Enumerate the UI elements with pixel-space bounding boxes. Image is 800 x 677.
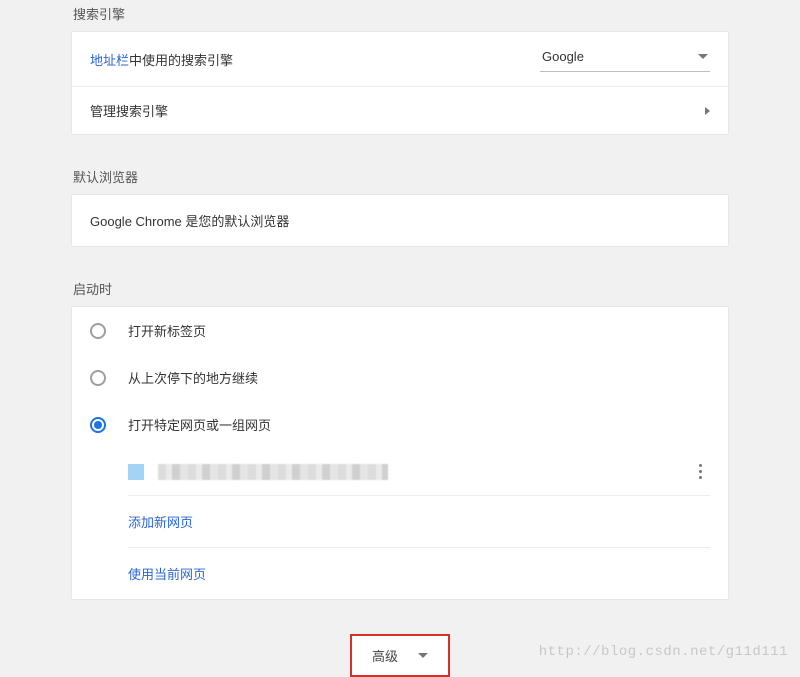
use-current-pages-link[interactable]: 使用当前网页 <box>128 548 710 599</box>
section-title-search-engine: 搜索引擎 <box>71 0 729 31</box>
add-new-page-link[interactable]: 添加新网页 <box>128 496 710 548</box>
manage-search-engines-label: 管理搜索引擎 <box>90 101 168 120</box>
more-vert-icon[interactable] <box>690 458 710 485</box>
advanced-section: 高级 <box>71 634 729 677</box>
caret-right-icon <box>705 107 710 115</box>
default-browser-message: Google Chrome 是您的默认浏览器 <box>90 214 289 229</box>
radio-icon[interactable] <box>90 370 106 386</box>
startup-option-label: 打开新标签页 <box>128 321 206 340</box>
redacted-url <box>158 464 388 480</box>
startup-option-specific[interactable]: 打开特定网页或一组网页 <box>72 401 728 448</box>
radio-inner-icon <box>94 421 102 429</box>
startup-pages-list: 添加新网页 使用当前网页 <box>72 448 728 599</box>
address-bar-suffix: 中使用的搜索引擎 <box>129 50 233 69</box>
startup-option-continue[interactable]: 从上次停下的地方继续 <box>72 354 728 401</box>
address-bar-link[interactable]: 地址栏 <box>90 50 129 69</box>
search-engine-card: 地址栏中使用的搜索引擎 Google 管理搜索引擎 <box>71 31 729 135</box>
section-title-default-browser: 默认浏览器 <box>71 157 729 194</box>
startup-option-new-tab[interactable]: 打开新标签页 <box>72 307 728 354</box>
startup-option-label: 从上次停下的地方继续 <box>128 368 258 387</box>
startup-page-entry <box>128 448 710 496</box>
advanced-label: 高级 <box>372 646 398 665</box>
caret-down-icon <box>698 54 708 59</box>
address-bar-search-engine-row: 地址栏中使用的搜索引擎 Google <box>72 32 728 87</box>
section-title-on-startup: 启动时 <box>71 269 729 306</box>
startup-option-label: 打开特定网页或一组网页 <box>128 415 271 434</box>
manage-search-engines-row[interactable]: 管理搜索引擎 <box>72 87 728 134</box>
favicon-icon <box>128 464 144 480</box>
radio-icon[interactable] <box>90 323 106 339</box>
default-browser-card: Google Chrome 是您的默认浏览器 <box>71 194 729 247</box>
search-engine-selected: Google <box>542 49 584 64</box>
advanced-button[interactable]: 高级 <box>350 634 450 677</box>
on-startup-card: 打开新标签页 从上次停下的地方继续 打开特定网页或一组网页 添加新网页 使用当前… <box>71 306 729 600</box>
search-engine-dropdown[interactable]: Google <box>540 46 710 72</box>
radio-icon-selected[interactable] <box>90 417 106 433</box>
caret-down-icon <box>418 653 428 658</box>
